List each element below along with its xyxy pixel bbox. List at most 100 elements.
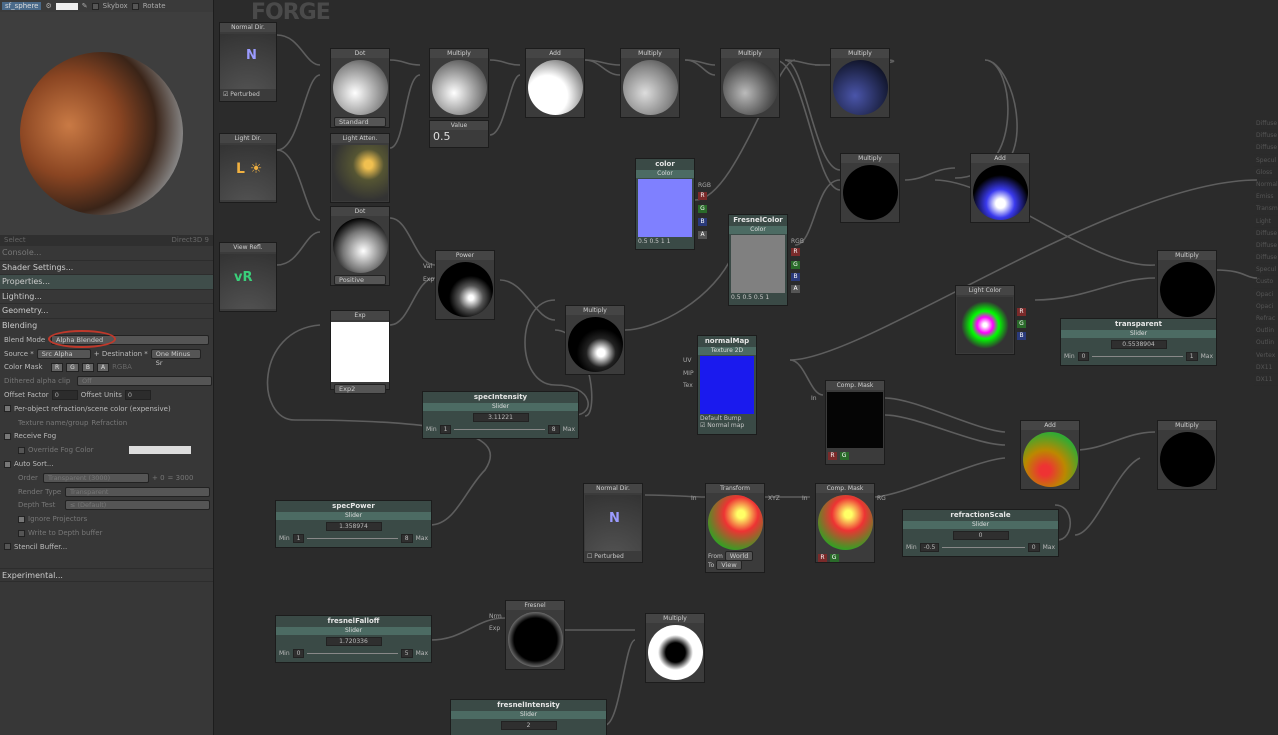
settings-icon[interactable]: ⚙	[45, 2, 51, 10]
to-dropdown[interactable]: View	[716, 560, 742, 570]
g-pin[interactable]: G	[1017, 320, 1026, 328]
slider-track[interactable]	[307, 538, 398, 539]
slider-transparent[interactable]: transparent Slider 0.5538904 Min 0 1 Max	[1060, 318, 1217, 366]
source-dropdown[interactable]: Src Alpha	[36, 348, 91, 359]
node-color[interactable]: color Color 0.5 0.5 1 1	[635, 158, 695, 250]
main-input-1[interactable]: Diffuse	[1254, 130, 1278, 143]
section-experimental[interactable]: Experimental...	[0, 567, 213, 583]
b-pin[interactable]: B	[698, 218, 707, 226]
main-input-20[interactable]: DX11	[1254, 362, 1278, 374]
mask-r[interactable]: R	[828, 452, 837, 460]
normal-map-texture[interactable]	[700, 356, 754, 414]
main-input-14[interactable]: Opaci	[1254, 289, 1278, 301]
slider-value[interactable]: 0.5538904	[1110, 340, 1167, 349]
node-multiply-5[interactable]: Multiply	[565, 305, 625, 375]
in-pin[interactable]: In	[802, 495, 808, 502]
main-input-0[interactable]: Diffuse	[1254, 118, 1278, 131]
slider-refraction-scale[interactable]: refractionScale Slider 0 Min -0.5 0 Max	[902, 509, 1059, 557]
value-input[interactable]: 0.5	[430, 130, 488, 143]
node-multiply-6[interactable]: Multiply	[840, 153, 900, 223]
main-input-4[interactable]: Gloss	[1254, 167, 1278, 179]
perturbed-checkbox[interactable]: ☑ Perturbed	[220, 91, 276, 98]
min-input[interactable]: 0	[1077, 352, 1090, 361]
main-node-inputs[interactable]: Diffuse Diffuse Diffuse Specul Gloss Normal Em…	[1254, 118, 1278, 388]
slider-value[interactable]: 3.11221	[472, 413, 529, 422]
mesh-selector[interactable]: sf_sphere	[2, 2, 42, 10]
section-properties[interactable]: Properties...	[0, 275, 213, 290]
main-input-2[interactable]: Diffuse	[1254, 142, 1278, 155]
g-pin[interactable]: G	[698, 205, 707, 213]
node-add-3[interactable]: Add	[1020, 420, 1080, 490]
min-input[interactable]: -0.5	[919, 543, 940, 552]
mask-b-toggle[interactable]: B	[81, 362, 94, 372]
node-multiply-1[interactable]: Multiply	[429, 48, 489, 118]
offset-factor-input[interactable]: 0	[51, 390, 78, 401]
node-exp[interactable]: Exp Exp2	[330, 310, 390, 394]
a-pin[interactable]: A	[791, 285, 800, 293]
normal-map-checkbox[interactable]: ☑ Normal map	[698, 422, 756, 429]
mask-g[interactable]: G	[839, 452, 849, 460]
rg-pin[interactable]: RG	[877, 495, 886, 502]
node-multiply-3[interactable]: Multiply	[720, 48, 780, 118]
override-fog-checkbox[interactable]	[18, 446, 25, 454]
main-input-3[interactable]: Specul	[1254, 155, 1278, 167]
node-fresnel-color[interactable]: FresnelColor Color 0.5 0.5 0.5 1	[728, 214, 788, 306]
in-pin[interactable]: In	[691, 495, 697, 502]
receive-fog-checkbox[interactable]	[4, 432, 11, 440]
min-input[interactable]: 1	[439, 425, 452, 434]
b-pin[interactable]: B	[791, 273, 800, 281]
write-depth-checkbox[interactable]	[18, 529, 25, 537]
color-swatch[interactable]	[55, 2, 78, 10]
max-input[interactable]: 5	[400, 649, 413, 658]
mask-a-toggle[interactable]: A	[96, 362, 110, 372]
skybox-checkbox[interactable]	[91, 2, 99, 10]
section-geometry[interactable]: Geometry...	[0, 304, 213, 319]
destination-dropdown[interactable]: One Minus Sr	[150, 348, 201, 367]
slider-fresnel-intensity[interactable]: fresnelIntensity Slider 2	[450, 699, 607, 735]
node-normal-dir[interactable]: Normal Dir. N ☑ Perturbed	[219, 22, 277, 102]
dither-dropdown[interactable]: Off	[77, 376, 212, 387]
slider-spec-power[interactable]: specPower Slider 1.358974 Min 1 8 Max	[275, 500, 432, 548]
g-pin[interactable]: G	[791, 261, 800, 269]
main-input-12[interactable]: Specul	[1254, 264, 1278, 277]
mask-r[interactable]: R	[818, 554, 827, 562]
node-light-color[interactable]: Light Color	[955, 285, 1015, 355]
node-multiply-9[interactable]: Multiply	[645, 613, 705, 683]
main-input-18[interactable]: Outlin	[1254, 337, 1278, 350]
main-input-13[interactable]: Custo	[1254, 276, 1278, 289]
main-input-10[interactable]: Diffuse	[1254, 240, 1278, 253]
fresnel-color-swatch[interactable]	[731, 235, 785, 293]
depth-test-dropdown[interactable]: ≤ (Default)	[65, 500, 210, 511]
main-input-9[interactable]: Diffuse	[1254, 228, 1278, 240]
node-dot-1[interactable]: Dot Standard	[330, 48, 390, 128]
slider-track[interactable]	[454, 429, 545, 430]
shader-preview[interactable]	[0, 12, 213, 235]
section-shader-settings[interactable]: Shader Settings...	[0, 261, 213, 275]
perturbed-checkbox[interactable]: ☐ Perturbed	[584, 553, 642, 560]
a-pin[interactable]: A	[698, 231, 707, 239]
max-input[interactable]: 8	[400, 534, 413, 543]
main-input-11[interactable]: Diffuse	[1254, 252, 1278, 265]
min-input[interactable]: 0	[292, 649, 305, 658]
main-input-6[interactable]: Emiss	[1254, 191, 1278, 204]
node-value[interactable]: Value 0.5	[429, 120, 489, 148]
max-input[interactable]: 8	[547, 425, 560, 434]
section-lighting[interactable]: Lighting...	[0, 290, 213, 304]
slider-track[interactable]	[1092, 356, 1183, 357]
order-dropdown[interactable]: Transparent (3000)	[43, 472, 149, 483]
slider-spec-intensity[interactable]: specIntensity Slider 3.11221 Min 1 8 Max	[422, 391, 579, 439]
node-light-atten[interactable]: Light Atten.	[330, 133, 390, 203]
dot-mode-dropdown[interactable]: Standard	[334, 117, 386, 127]
in-pin[interactable]: In	[811, 395, 817, 402]
main-input-8[interactable]: Light	[1254, 216, 1278, 228]
color-values[interactable]: 0.5 0.5 1 1	[636, 238, 694, 245]
stencil-checkbox[interactable]	[4, 543, 11, 551]
fresnel-values[interactable]: 0.5 0.5 0.5 1	[729, 294, 787, 301]
node-multiply-2[interactable]: Multiply	[620, 48, 680, 118]
r-pin[interactable]: R	[1017, 308, 1026, 316]
r-pin[interactable]: R	[791, 248, 800, 256]
mask-r-toggle[interactable]: R	[51, 362, 64, 372]
fog-color-swatch[interactable]	[129, 446, 191, 455]
uv-pin[interactable]: UV	[683, 357, 692, 364]
node-comp-mask-1[interactable]: Comp. Mask R G	[825, 380, 885, 465]
